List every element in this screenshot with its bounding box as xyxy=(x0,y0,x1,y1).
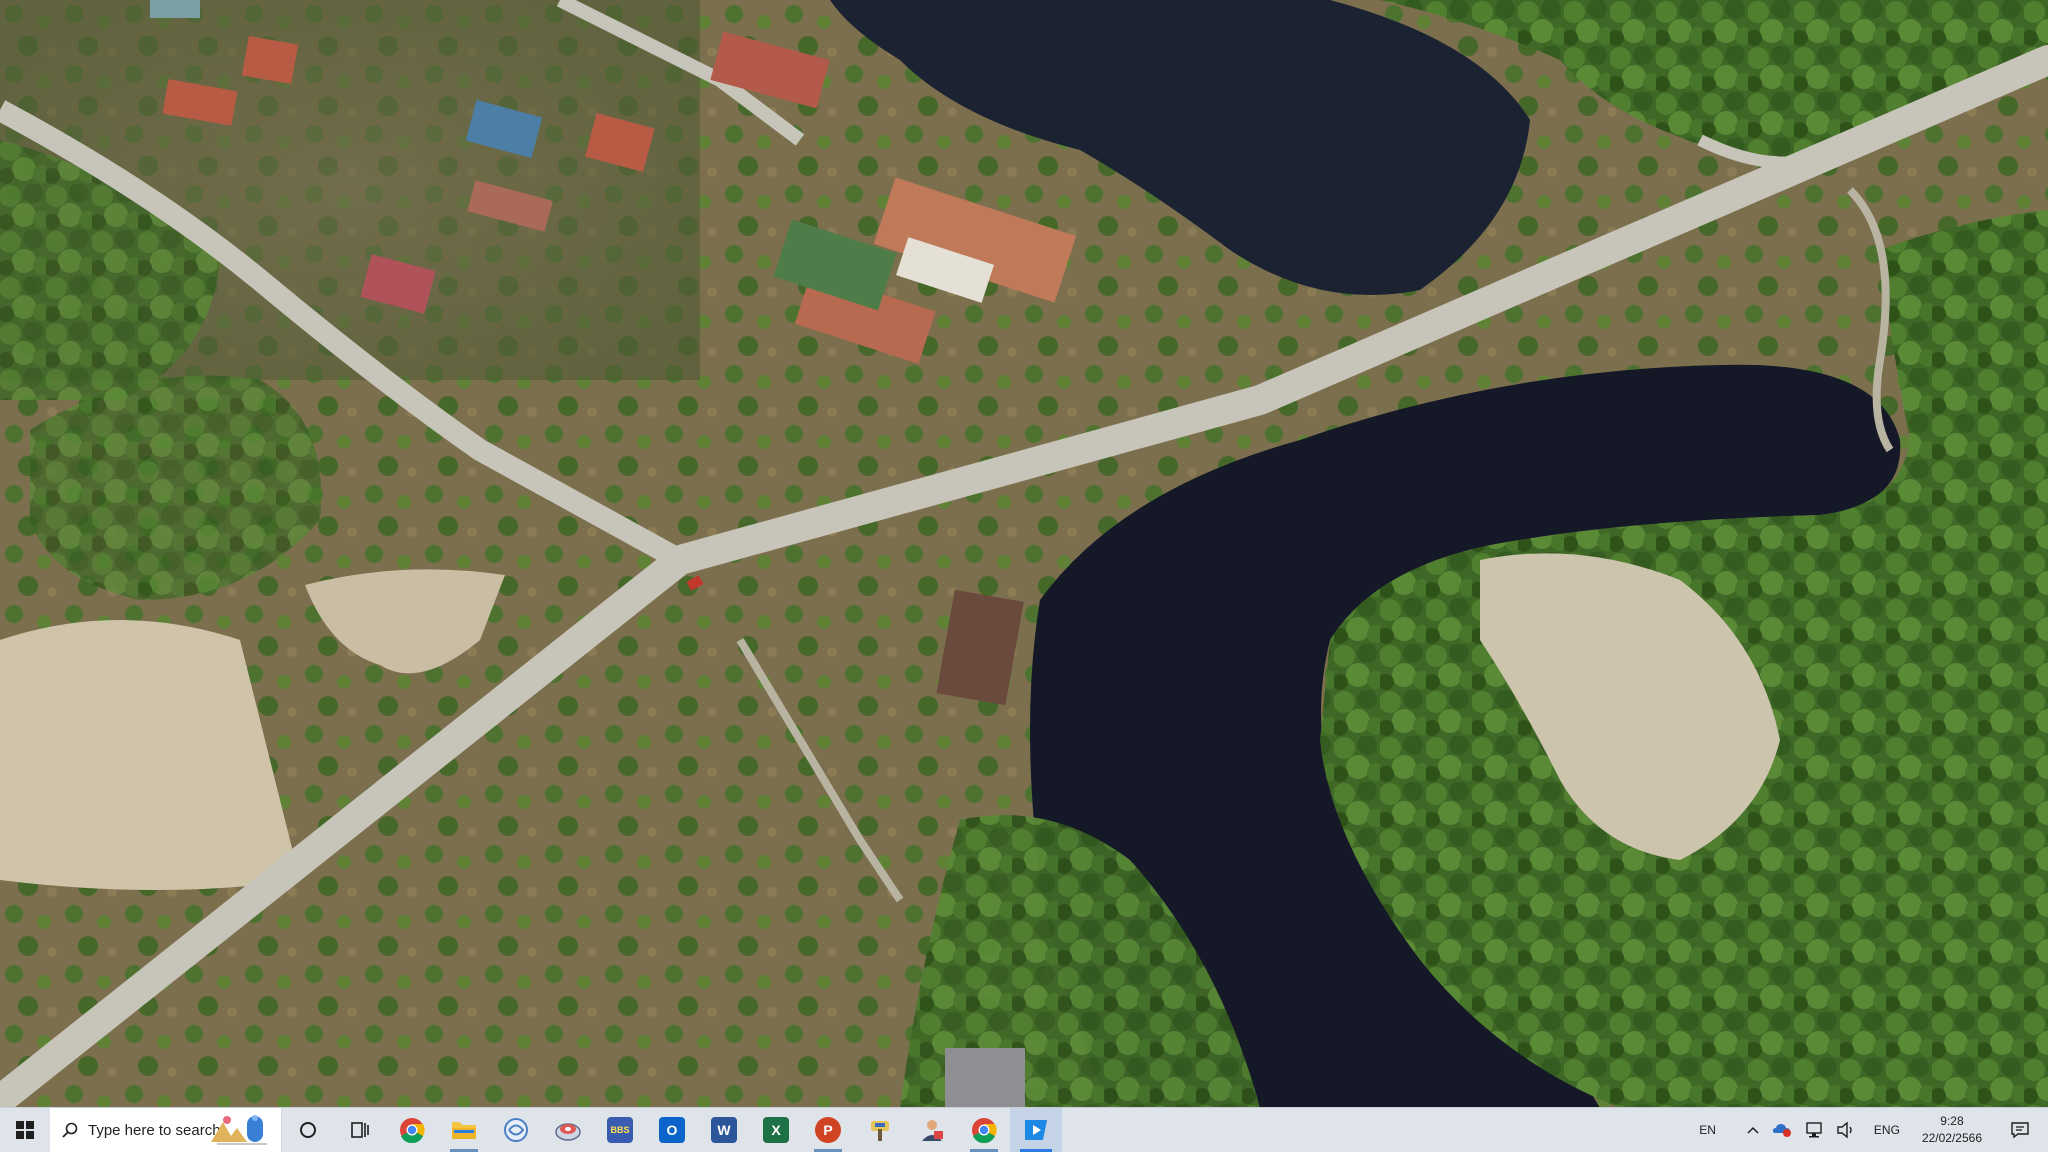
word-icon: W xyxy=(711,1117,737,1143)
input-language-indicator[interactable]: EN xyxy=(1699,1108,1740,1152)
taskbar-app-chrome[interactable] xyxy=(386,1108,438,1152)
tools-app-icon xyxy=(871,1121,889,1141)
keyboard-language[interactable]: ENG xyxy=(1862,1108,1912,1152)
notification-icon xyxy=(2011,1122,2029,1139)
search-placeholder: Type here to search xyxy=(88,1121,221,1139)
aerial-landscape-photo xyxy=(0,0,2048,1108)
taskbar-app-swirl[interactable] xyxy=(490,1108,542,1152)
outlook-icon: O xyxy=(659,1117,685,1143)
taskbar-app-outlook[interactable]: O xyxy=(646,1108,698,1152)
clock-time: 9:28 xyxy=(1940,1114,1964,1128)
taskbar-app-chrome-2[interactable] xyxy=(958,1108,1010,1152)
powerpoint-icon: P xyxy=(815,1117,841,1143)
person-app-icon xyxy=(922,1120,943,1141)
onedrive-status[interactable] xyxy=(1766,1108,1798,1152)
taskbar: Type here to search BBS O W X P EN ENG 9… xyxy=(0,1107,2048,1152)
chevron-up-icon xyxy=(1747,1126,1759,1134)
search-icon xyxy=(62,1122,78,1138)
cloud-sync-icon xyxy=(1772,1124,1791,1137)
excel-icon: X xyxy=(763,1117,789,1143)
taskbar-app-media-player[interactable] xyxy=(1010,1108,1062,1152)
network-status[interactable] xyxy=(1798,1108,1830,1152)
disk-app-icon xyxy=(555,1123,581,1141)
clock[interactable]: 9:28 22/02/2566 xyxy=(1912,1108,1992,1152)
taskbar-app-file-explorer[interactable] xyxy=(438,1108,490,1152)
search-highlight-illustration-icon xyxy=(211,1115,267,1145)
task-view-icon xyxy=(351,1122,369,1138)
taskbar-app-powerpoint[interactable]: P xyxy=(802,1108,854,1152)
bbs-app-icon: BBS xyxy=(607,1117,633,1143)
swirl-app-icon xyxy=(504,1118,528,1142)
taskbar-app-word[interactable]: W xyxy=(698,1108,750,1152)
media-player-icon xyxy=(1025,1120,1047,1140)
cortana-button[interactable] xyxy=(282,1108,334,1152)
volume-control[interactable] xyxy=(1830,1108,1862,1152)
start-button[interactable] xyxy=(0,1108,50,1152)
taskbar-app-bbs[interactable]: BBS xyxy=(594,1108,646,1152)
task-view-button[interactable] xyxy=(334,1108,386,1152)
show-hidden-icons-button[interactable] xyxy=(1740,1108,1766,1152)
windows-logo-icon xyxy=(16,1121,34,1139)
chrome-icon xyxy=(972,1118,997,1143)
taskbar-app-disk[interactable] xyxy=(542,1108,594,1152)
taskbar-search-box[interactable]: Type here to search xyxy=(50,1108,282,1152)
desktop-wallpaper xyxy=(0,0,2048,1108)
system-tray: EN ENG 9:28 22/02/2566 xyxy=(1699,1108,2048,1152)
chrome-icon xyxy=(400,1118,425,1143)
circle-icon xyxy=(300,1122,316,1138)
folder-icon xyxy=(452,1122,476,1139)
taskbar-app-person[interactable] xyxy=(906,1108,958,1152)
taskbar-app-tools[interactable] xyxy=(854,1108,906,1152)
taskbar-app-excel[interactable]: X xyxy=(750,1108,802,1152)
clock-date: 22/02/2566 xyxy=(1921,1131,1982,1145)
speaker-icon xyxy=(1837,1121,1852,1139)
action-center-button[interactable] xyxy=(1992,1108,2048,1152)
network-icon xyxy=(1806,1122,1822,1138)
